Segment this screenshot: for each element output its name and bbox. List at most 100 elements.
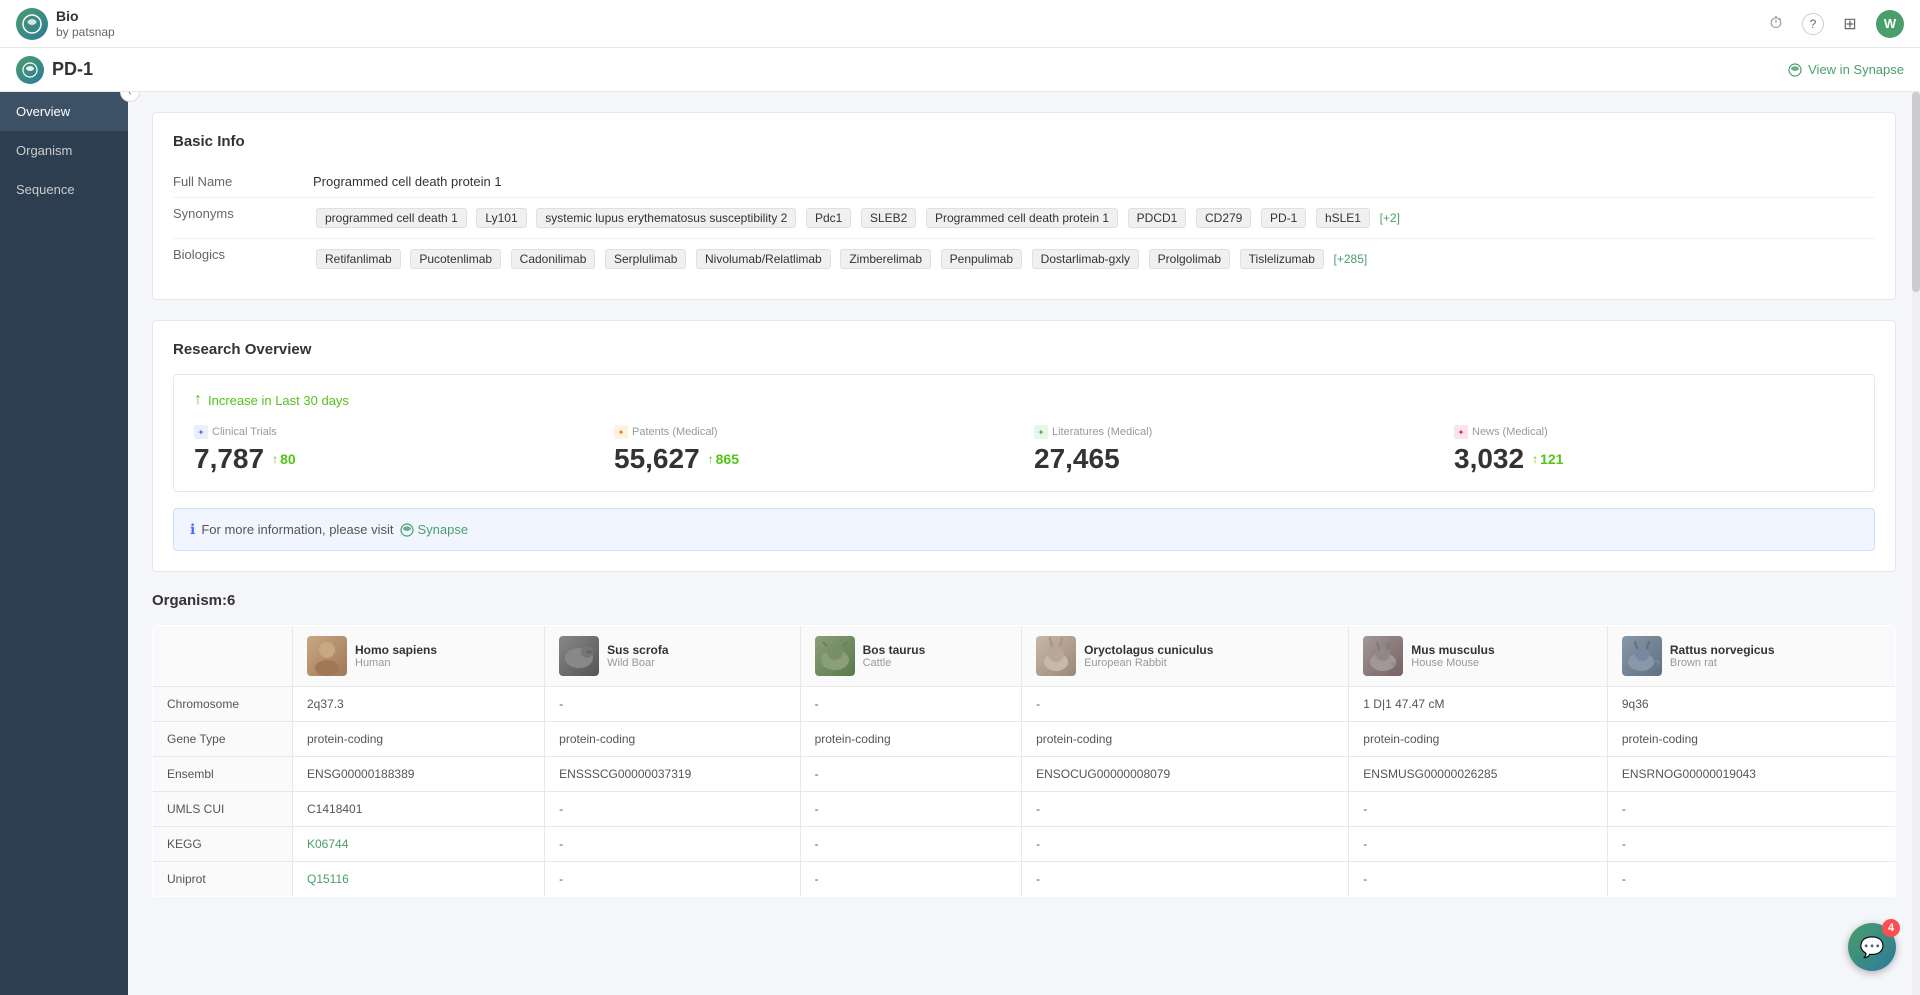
full-name-label: Full Name	[173, 174, 313, 189]
chat-bubble-button[interactable]: 💬 4	[1848, 923, 1896, 971]
top-nav-left: Bio by patsnap	[16, 8, 115, 40]
sidebar: ‹ Overview Organism Sequence	[0, 92, 128, 995]
scrollbar[interactable]	[1912, 92, 1920, 995]
synonym-tag[interactable]: PDCD1	[1128, 208, 1187, 228]
biologic-tag[interactable]: Penpulimab	[941, 249, 1022, 269]
gene-type-bos: protein-coding	[800, 722, 1021, 757]
ensembl-label: Ensembl	[153, 757, 293, 792]
table-row: Gene Type protein-coding protein-coding …	[153, 722, 1896, 757]
full-name-value: Programmed cell death protein 1	[313, 174, 1875, 189]
layout: ‹ Overview Organism Sequence Basic Info …	[0, 92, 1920, 995]
sidebar-item-overview[interactable]: Overview	[0, 92, 128, 131]
info-icon: ℹ	[190, 521, 195, 538]
uniprot-label: Uniprot	[153, 862, 293, 897]
gene-type-rat: protein-coding	[1607, 722, 1895, 757]
basic-info-card: Basic Info Full Name Programmed cell dea…	[152, 112, 1896, 300]
uniprot-mus: -	[1349, 862, 1608, 897]
synapse-logo-icon	[1788, 63, 1802, 77]
table-header-empty	[153, 626, 293, 687]
oryctolagus-name: Oryctolagus cuniculus	[1084, 643, 1213, 657]
synonym-tag[interactable]: systemic lupus erythematosus susceptibil…	[536, 208, 796, 228]
rattus-subname: Brown rat	[1670, 657, 1775, 669]
uniprot-homo-link[interactable]: Q15116	[307, 872, 349, 886]
kegg-sus: -	[545, 827, 800, 862]
sus-scrofa-subname: Wild Boar	[607, 657, 668, 669]
biologics-more[interactable]: [+285]	[1334, 252, 1368, 266]
news-stat: ✦ News (Medical) 3,032 ↑ 121	[1454, 425, 1854, 475]
clinical-trials-stat: ✦ Clinical Trials 7,787 ↑ 80	[194, 425, 594, 475]
literatures-label: ✦ Literatures (Medical)	[1034, 425, 1434, 439]
biologic-tag[interactable]: Zimberelimab	[840, 249, 931, 269]
ensembl-sus: ENSSSCG00000037319	[545, 757, 800, 792]
sus-scrofa-image	[559, 636, 599, 676]
kegg-oryc: -	[1022, 827, 1349, 862]
biologics-value: Retifanlimab Pucotenlimab Cadonilimab Se…	[313, 247, 1875, 271]
top-nav: Bio by patsnap ⏱ ? ⊞ W	[0, 0, 1920, 48]
synonym-tag[interactable]: Programmed cell death protein 1	[926, 208, 1118, 228]
mus-musculus-name: Mus musculus	[1411, 643, 1494, 657]
sidebar-item-organism[interactable]: Organism	[0, 131, 128, 170]
synonym-tag[interactable]: SLEB2	[861, 208, 916, 228]
table-row: KEGG K06744 - - - - -	[153, 827, 1896, 862]
view-synapse-button[interactable]: View in Synapse	[1788, 62, 1904, 77]
uniprot-oryc: -	[1022, 862, 1349, 897]
help-icon[interactable]: ?	[1802, 13, 1824, 35]
biologic-tag[interactable]: Nivolumab/Relatlimab	[696, 249, 831, 269]
oryctolagus-image	[1036, 636, 1076, 676]
umls-bos: -	[800, 792, 1021, 827]
rattus-image	[1622, 636, 1662, 676]
chromosome-oryc: -	[1022, 687, 1349, 722]
synonyms-row: Synonyms programmed cell death 1 Ly101 s…	[173, 198, 1875, 239]
biologic-tag[interactable]: Dostarlimab-gxly	[1032, 249, 1139, 269]
uniprot-homo: Q15116	[293, 862, 545, 897]
biologic-tag[interactable]: Tislelizumab	[1240, 249, 1324, 269]
biologic-tag[interactable]: Retifanlimab	[316, 249, 401, 269]
synonyms-more[interactable]: [+2]	[1380, 211, 1400, 225]
logo-text: Bio by patsnap	[56, 8, 115, 39]
synonym-tag[interactable]: Pdc1	[806, 208, 851, 228]
stats-grid: ✦ Clinical Trials 7,787 ↑ 80	[194, 425, 1854, 475]
bos-taurus-image	[815, 636, 855, 676]
grid-icon[interactable]: ⊞	[1840, 14, 1860, 34]
news-label: ✦ News (Medical)	[1454, 425, 1854, 439]
umls-mus: -	[1349, 792, 1608, 827]
basic-info-title: Basic Info	[173, 133, 1875, 150]
patents-value: 55,627 ↑ 865	[614, 443, 1014, 475]
synonym-tag[interactable]: PD-1	[1261, 208, 1306, 228]
homo-sapiens-subname: Human	[355, 657, 437, 669]
chromosome-bos: -	[800, 687, 1021, 722]
oryctolagus-subname: European Rabbit	[1084, 657, 1213, 669]
literatures-value: 27,465	[1034, 443, 1434, 475]
sidebar-item-sequence[interactable]: Sequence	[0, 170, 128, 209]
clock-icon[interactable]: ⏱	[1766, 14, 1786, 34]
bos-taurus-subname: Cattle	[863, 657, 926, 669]
research-stats-card: ↑ Increase in Last 30 days ✦ Clinical Tr…	[173, 374, 1875, 492]
news-value: 3,032 ↑ 121	[1454, 443, 1854, 475]
mus-musculus-image	[1363, 636, 1403, 676]
biologic-tag[interactable]: Serplulimab	[605, 249, 686, 269]
biologic-tag[interactable]: Pucotenlimab	[410, 249, 501, 269]
kegg-homo-link[interactable]: K06744	[307, 837, 348, 851]
gene-type-sus: protein-coding	[545, 722, 800, 757]
table-header-sus-scrofa: Sus scrofa Wild Boar	[545, 626, 800, 687]
chromosome-rat: 9q36	[1607, 687, 1895, 722]
news-delta: ↑ 121	[1532, 451, 1563, 467]
synonym-tag[interactable]: hSLE1	[1316, 208, 1370, 228]
clinical-trials-label: ✦ Clinical Trials	[194, 425, 594, 439]
top-nav-right: ⏱ ? ⊞ W	[1766, 10, 1904, 38]
logo-icon	[16, 8, 48, 40]
synonym-tag[interactable]: CD279	[1196, 208, 1251, 228]
chromosome-label: Chromosome	[153, 687, 293, 722]
synonyms-label: Synonyms	[173, 206, 313, 221]
user-avatar[interactable]: W	[1876, 10, 1904, 38]
biologic-tag[interactable]: Cadonilimab	[511, 249, 596, 269]
synonym-tag[interactable]: Ly101	[476, 208, 526, 228]
synapse-link[interactable]: Synapse	[400, 522, 469, 537]
patents-stat: ✦ Patents (Medical) 55,627 ↑ 865	[614, 425, 1014, 475]
synonym-tag[interactable]: programmed cell death 1	[316, 208, 467, 228]
gene-type-oryc: protein-coding	[1022, 722, 1349, 757]
homo-sapiens-name: Homo sapiens	[355, 643, 437, 657]
scrollbar-thumb[interactable]	[1912, 92, 1920, 292]
uniprot-bos: -	[800, 862, 1021, 897]
biologic-tag[interactable]: Prolgolimab	[1149, 249, 1230, 269]
